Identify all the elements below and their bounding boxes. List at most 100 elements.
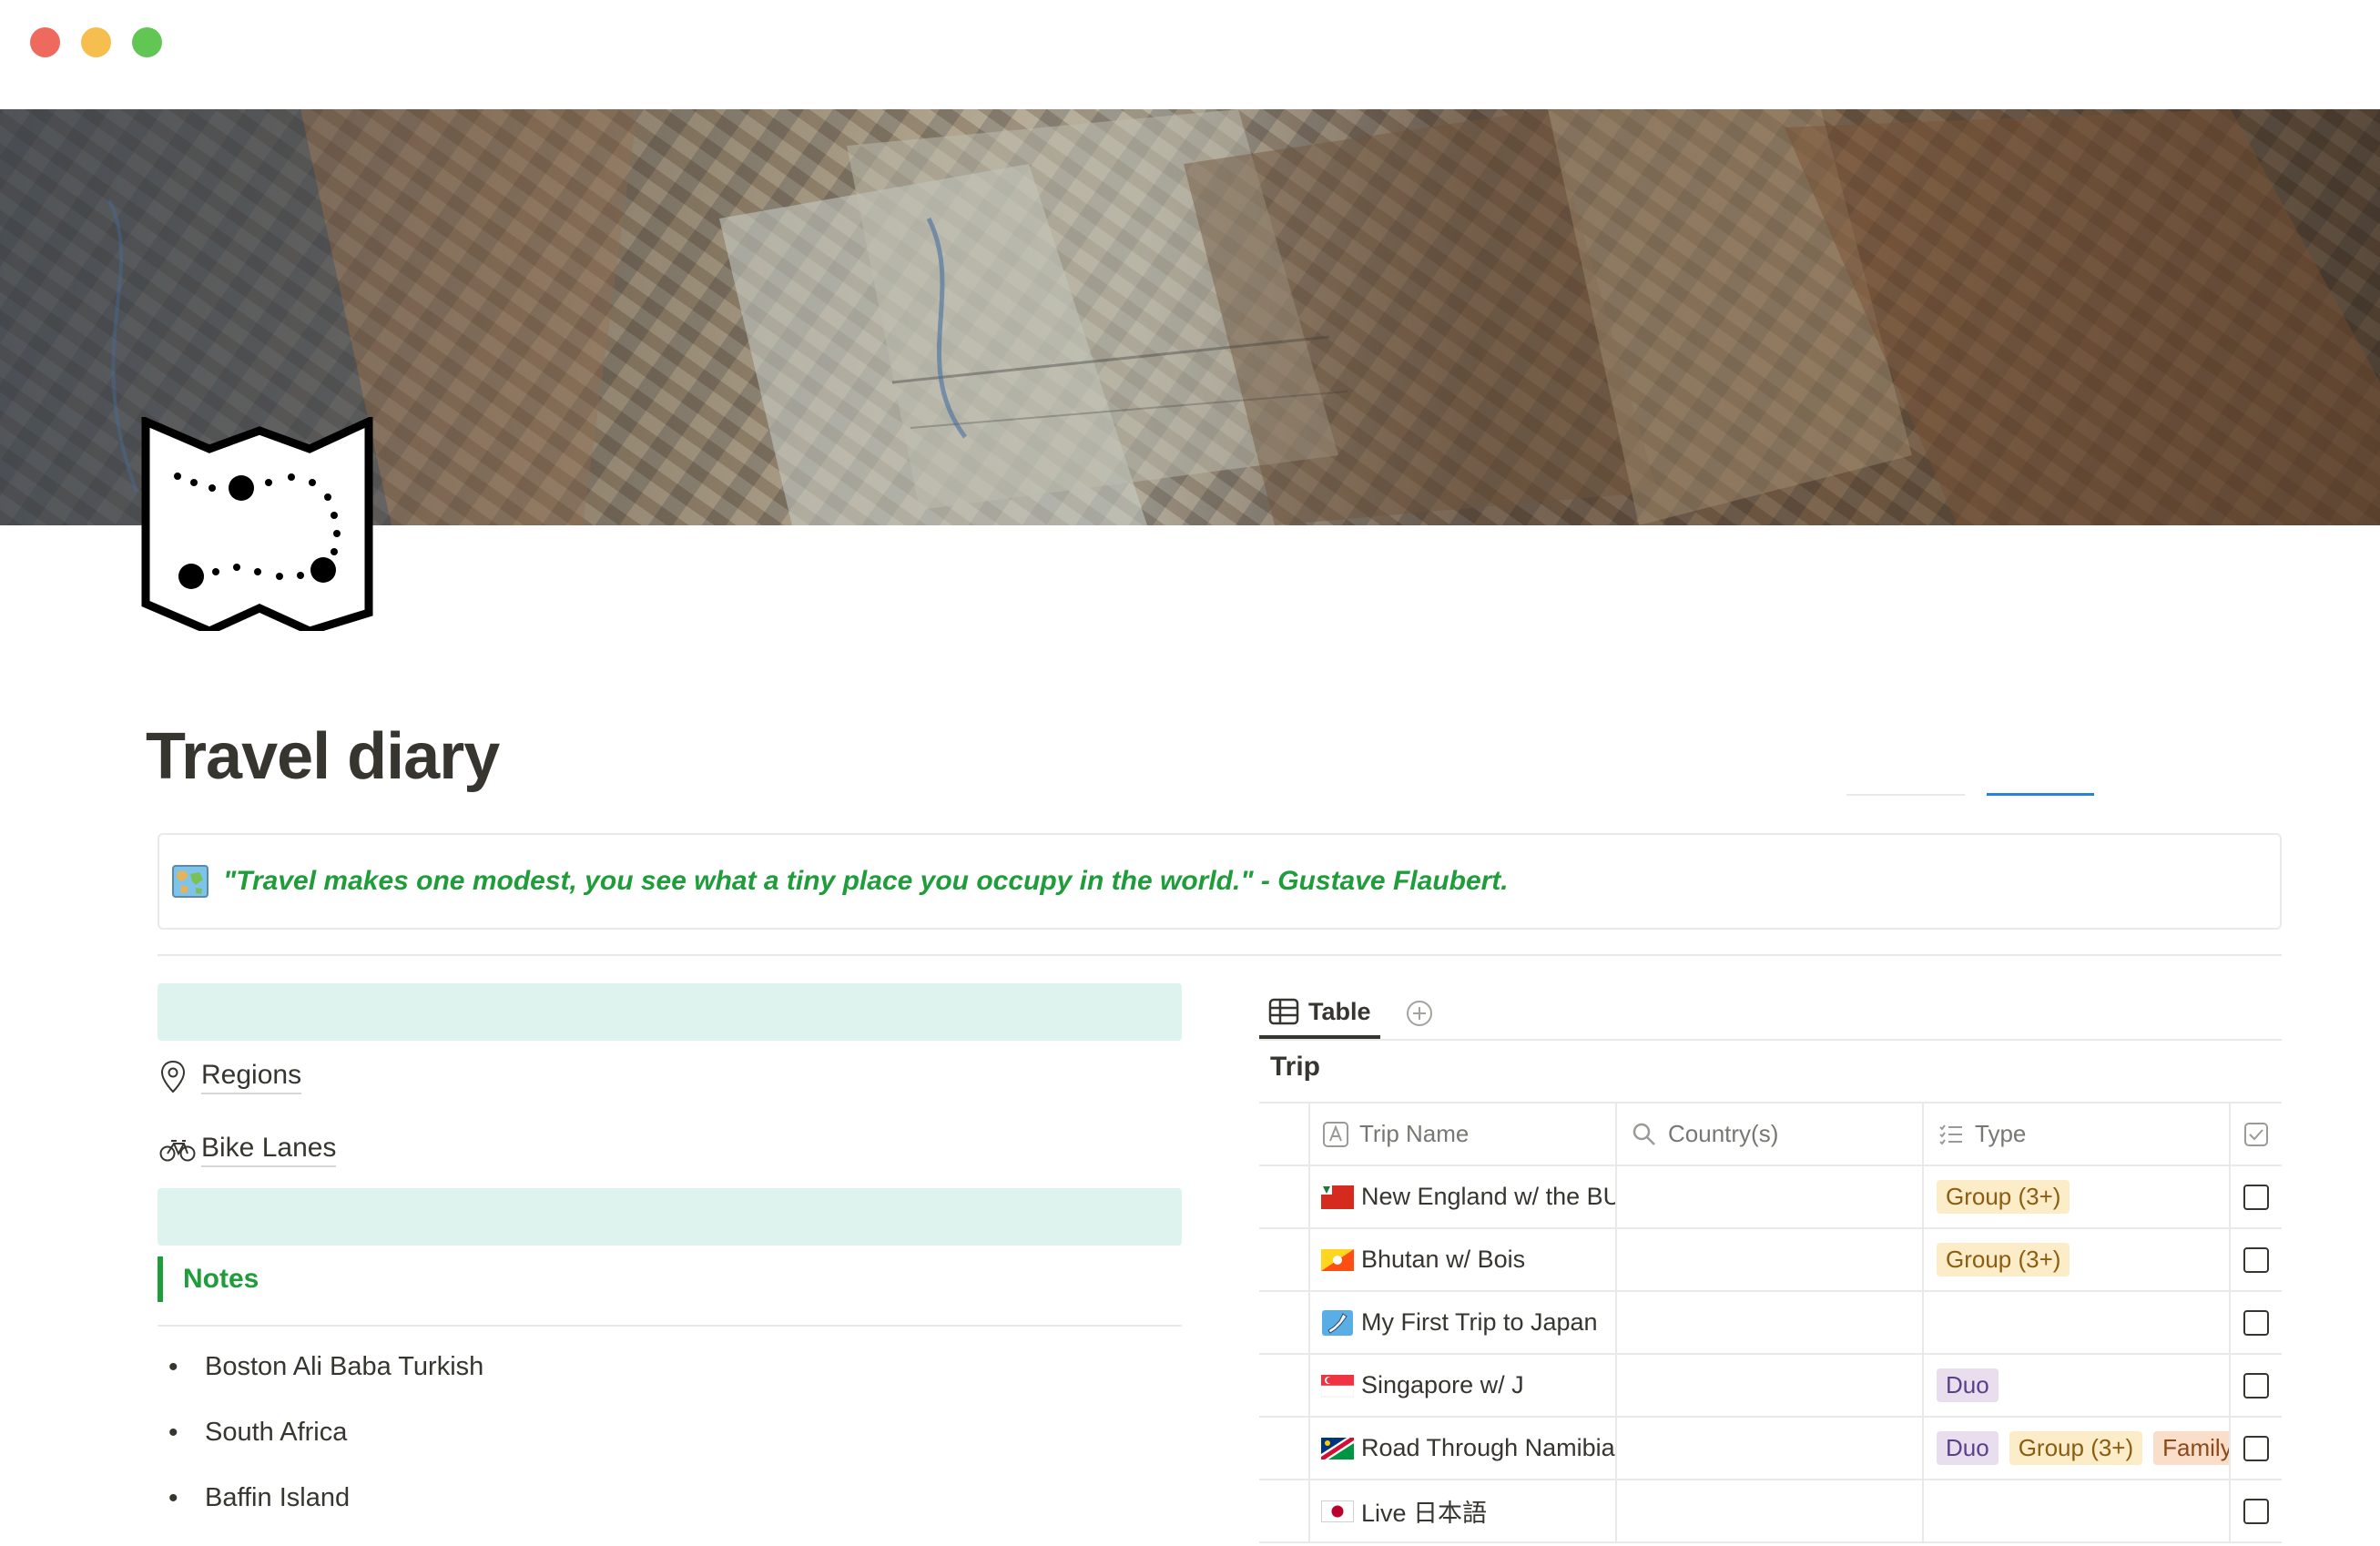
trip-name-cell[interactable]: Singapore w/ J	[1310, 1355, 1617, 1416]
row-gutter	[1259, 1166, 1310, 1227]
zoom-window-button[interactable]	[132, 27, 162, 57]
bullet-icon: •	[168, 1483, 178, 1513]
minimize-window-button[interactable]	[81, 27, 111, 57]
checkbox-cell[interactable]	[2231, 1229, 2282, 1290]
table-row[interactable]: My First Trip to Japan	[1259, 1292, 2282, 1355]
type-cell[interactable]: Group (3+)	[1924, 1166, 2231, 1227]
teal-heading-bar-top	[158, 983, 1182, 1041]
row-gutter	[1259, 1355, 1310, 1416]
teal-heading-bar-bottom	[158, 1188, 1182, 1246]
type-tag: Duo	[1937, 1368, 1999, 1402]
trip-name-cell[interactable]: New England w/ the BU	[1310, 1166, 1617, 1227]
world-map-emoji-icon	[172, 865, 209, 898]
regions-link-label: Regions	[201, 1060, 302, 1094]
country-cell[interactable]	[1617, 1166, 1924, 1227]
row-gutter	[1259, 1480, 1310, 1541]
bullet-icon: •	[168, 1352, 178, 1382]
section-divider	[158, 954, 2282, 956]
row-gutter	[1259, 1229, 1310, 1290]
trip-name-cell[interactable]: My First Trip to Japan	[1310, 1292, 1617, 1353]
checkbox-cell[interactable]	[2231, 1292, 2282, 1353]
bike-lanes-link-label: Bike Lanes	[201, 1133, 337, 1167]
trip-name-cell[interactable]: Live 日本語	[1310, 1480, 1617, 1541]
type-cell[interactable]	[1924, 1480, 2231, 1541]
add-view-plus-icon[interactable]	[1405, 999, 1434, 1028]
row-gutter	[1259, 1418, 1310, 1479]
country-cell[interactable]	[1617, 1355, 1924, 1416]
checkbox[interactable]	[2243, 1435, 2269, 1461]
bullet-icon: •	[168, 1418, 178, 1448]
checkbox[interactable]	[2243, 1309, 2269, 1336]
checkbox-cell[interactable]	[2231, 1166, 2282, 1227]
checkbox-cell[interactable]	[2231, 1355, 2282, 1416]
title-bar-highlight	[1987, 793, 2094, 796]
title-property-icon	[1323, 1121, 1348, 1147]
bicycle-icon	[159, 1132, 198, 1168]
notes-list: • Boston Ali Baba Turkish • South Africa •…	[168, 1352, 483, 1546]
notion-window: Travel diary "Travel makes one modest, y…	[0, 0, 2380, 1546]
table-row[interactable]: New England w/ the BU Group (3+)	[1259, 1166, 2282, 1229]
column-header-country[interactable]: Country(s)	[1617, 1104, 1924, 1165]
trip-table: Trip Name Country(s) Type New England w/…	[1259, 1102, 2282, 1543]
tab-table[interactable]: Table	[1259, 988, 1380, 1039]
trip-name-cell[interactable]: Bhutan w/ Bois	[1310, 1229, 1617, 1290]
type-tag: Group (3+)	[1937, 1243, 2070, 1276]
type-cell[interactable]	[1924, 1292, 2231, 1353]
list-item[interactable]: • Baffin Island	[168, 1483, 483, 1546]
type-tag: Duo	[1937, 1431, 1999, 1465]
type-tag: Group (3+)	[2009, 1431, 2143, 1465]
country-cell[interactable]	[1617, 1418, 1924, 1479]
database-title[interactable]: Trip	[1270, 1052, 1320, 1083]
quote-callout[interactable]: "Travel makes one modest, you see what a…	[158, 833, 2282, 930]
column-header-type[interactable]: Type	[1924, 1104, 2231, 1165]
trip-name-cell[interactable]: Road Through Namibia	[1310, 1418, 1617, 1479]
flag-namibia-icon	[1321, 1437, 1354, 1460]
map-japan-icon	[1322, 1309, 1353, 1336]
country-cell[interactable]	[1617, 1480, 1924, 1541]
search-icon	[1632, 1123, 1655, 1145]
checkbox-property-icon	[2244, 1122, 2268, 1146]
table-row[interactable]: Bhutan w/ Bois Group (3+)	[1259, 1229, 2282, 1292]
flag-bhutan-icon	[1321, 1248, 1354, 1271]
column-header-trip-name[interactable]: Trip Name	[1310, 1104, 1617, 1165]
multi-select-list-icon	[1939, 1124, 1962, 1145]
page-title[interactable]: Travel diary	[146, 719, 500, 794]
flag-japan-icon	[1321, 1500, 1354, 1522]
checkbox-cell[interactable]	[2231, 1480, 2282, 1541]
country-cell[interactable]	[1617, 1229, 1924, 1290]
bike-lanes-link[interactable]: Bike Lanes	[159, 1132, 337, 1168]
row-gutter	[1259, 1292, 1310, 1353]
table-row[interactable]: Road Through Namibia Duo Group (3+) Fami…	[1259, 1418, 2282, 1480]
flag-red-icon	[1321, 1185, 1354, 1209]
regions-link[interactable]: Regions	[159, 1059, 302, 1095]
country-cell[interactable]	[1617, 1292, 1924, 1353]
table-row[interactable]: Singapore w/ J Duo	[1259, 1355, 2282, 1418]
type-tag: Group (3+)	[1937, 1180, 2070, 1214]
quote-text: "Travel makes one modest, you see what a…	[223, 866, 1509, 896]
close-window-button[interactable]	[30, 27, 60, 57]
checkbox-cell[interactable]	[2231, 1418, 2282, 1479]
type-cell[interactable]: Duo Group (3+) Family	[1924, 1418, 2231, 1479]
checkbox[interactable]	[2243, 1184, 2269, 1210]
checkbox[interactable]	[2243, 1246, 2269, 1273]
type-cell[interactable]: Group (3+)	[1924, 1229, 2231, 1290]
type-tag: Family	[2153, 1431, 2229, 1465]
row-gutter	[1259, 1104, 1310, 1165]
table-header-row: Trip Name Country(s) Type	[1259, 1102, 2282, 1166]
table-row[interactable]: Live 日本語	[1259, 1480, 2282, 1543]
flag-singapore-icon	[1321, 1374, 1354, 1397]
table-icon	[1268, 998, 1299, 1025]
checkbox[interactable]	[2243, 1498, 2269, 1524]
title-bar-decoration	[1846, 794, 1965, 796]
notes-divider	[158, 1325, 1182, 1327]
tab-table-label: Table	[1308, 997, 1371, 1025]
list-item[interactable]: • Boston Ali Baba Turkish	[168, 1352, 483, 1418]
notes-heading[interactable]: Notes	[158, 1256, 259, 1302]
checkbox[interactable]	[2243, 1372, 2269, 1399]
map-icon[interactable]	[141, 417, 373, 631]
type-cell[interactable]: Duo	[1924, 1355, 2231, 1416]
database-view-tabs: Table	[1259, 988, 2282, 1041]
window-titlebar	[0, 0, 2380, 109]
column-header-checkbox[interactable]	[2231, 1104, 2282, 1165]
list-item[interactable]: • South Africa	[168, 1418, 483, 1483]
